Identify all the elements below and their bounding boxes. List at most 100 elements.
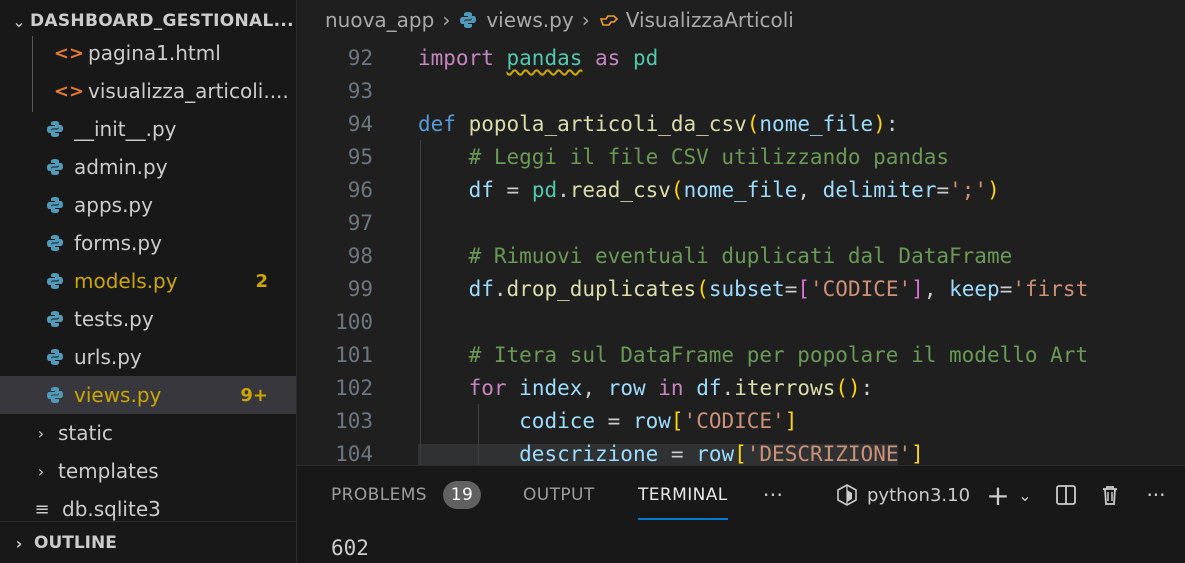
- breadcrumb: nuova_app › views.py › VisualizzaArticol…: [297, 0, 1185, 40]
- file-item-visualizza-articoli[interactable]: <> visualizza_articoli....: [0, 72, 296, 110]
- python-file-icon: [44, 308, 66, 330]
- folder-item-templates[interactable]: › templates: [0, 452, 296, 490]
- line-number: 94: [347, 112, 373, 136]
- file-label: visualizza_articoli....: [88, 79, 289, 103]
- database-file-icon: ≡: [34, 498, 50, 520]
- file-item-views[interactable]: views.py 9+: [0, 376, 296, 414]
- line-number: 98: [347, 244, 373, 268]
- line-number: 97: [347, 211, 373, 235]
- plus-icon: +: [986, 478, 1010, 512]
- tab-label: PROBLEMS: [331, 485, 427, 505]
- split-terminal-button[interactable]: [1053, 480, 1079, 510]
- code-line: codice = row['CODICE']: [519, 409, 798, 433]
- code-line: import pandas as pd: [418, 46, 659, 70]
- python-file-icon: [44, 270, 66, 292]
- code-line: # Leggi il file CSV utilizzando pandas: [418, 145, 950, 169]
- panel-more-actions-button[interactable]: ···: [1141, 480, 1171, 510]
- code-line: def popola_articoli_da_csv(nome_file):: [418, 112, 899, 136]
- terminal-shell-icon: [835, 483, 859, 507]
- folder-label: static: [58, 421, 113, 445]
- file-label: admin.py: [74, 155, 168, 179]
- line-number: 92: [347, 46, 373, 70]
- project-title: DASHBOARD_GESTIONAL...: [30, 11, 294, 31]
- terminal-profile-selector[interactable]: python3.10: [835, 482, 970, 508]
- code-line: # Itera sul DataFrame per popolare il mo…: [418, 343, 1089, 367]
- tab-terminal[interactable]: TERMINAL: [638, 466, 728, 524]
- ellipsis-icon: ···: [1146, 483, 1166, 507]
- more-tabs-button[interactable]: ···: [763, 466, 783, 524]
- explorer-sidebar: ⌄ DASHBOARD_GESTIONAL... <> pagina1.html…: [0, 0, 297, 563]
- file-label: urls.py: [74, 345, 142, 369]
- terminal-dropdown-button[interactable]: ⌄: [1015, 480, 1035, 510]
- file-item-tests[interactable]: tests.py: [0, 300, 296, 338]
- chevron-right-icon: ›: [37, 461, 45, 481]
- file-item-apps[interactable]: apps.py: [0, 186, 296, 224]
- kill-terminal-button[interactable]: [1097, 480, 1123, 510]
- file-label: pagina1.html: [88, 41, 221, 65]
- chevron-right-icon: ›: [581, 8, 590, 32]
- breadcrumb-folder[interactable]: nuova_app: [325, 8, 434, 32]
- python-file-icon: [44, 156, 66, 178]
- python-file-icon: [458, 10, 478, 30]
- line-number: 101: [335, 343, 373, 367]
- file-label: db.sqlite3: [62, 497, 161, 521]
- line-number: 100: [335, 310, 373, 334]
- file-item-admin[interactable]: admin.py: [0, 148, 296, 186]
- html-file-icon: <>: [53, 80, 85, 102]
- line-number: 95: [347, 145, 373, 169]
- chevron-down-icon: ⌄: [12, 11, 26, 31]
- bottom-panel: PROBLEMS 19 OUTPUT TERMINAL ··· python3.…: [297, 465, 1185, 563]
- tab-problems[interactable]: PROBLEMS 19: [331, 466, 481, 524]
- file-label: forms.py: [74, 231, 162, 255]
- line-number: 96: [347, 178, 373, 202]
- outline-label: OUTLINE: [34, 533, 117, 553]
- html-file-icon: <>: [53, 42, 85, 64]
- file-item-pagina1[interactable]: <> pagina1.html: [0, 34, 296, 72]
- tab-label: OUTPUT: [523, 485, 595, 505]
- tab-output[interactable]: OUTPUT: [523, 466, 595, 524]
- line-number: 103: [335, 409, 373, 433]
- file-item-urls[interactable]: urls.py: [0, 338, 296, 376]
- new-terminal-button[interactable]: +: [985, 478, 1011, 512]
- chevron-right-icon: ›: [442, 8, 451, 32]
- line-number: 93: [347, 79, 373, 103]
- folder-label: templates: [58, 459, 159, 483]
- split-icon: [1055, 484, 1077, 506]
- problem-count-badge: 9+: [240, 384, 268, 406]
- folder-item-static[interactable]: › static: [0, 414, 296, 452]
- symbol-class-icon: [598, 10, 620, 30]
- line-number: 104: [335, 442, 373, 465]
- line-number: 99: [347, 277, 373, 301]
- file-label: models.py: [74, 269, 178, 293]
- terminal-output[interactable]: 602: [331, 536, 369, 560]
- python-file-icon: [44, 346, 66, 368]
- terminal-profile-label: python3.10: [867, 484, 971, 506]
- chevron-down-icon: ⌄: [1018, 485, 1032, 505]
- chevron-right-icon: ›: [15, 533, 23, 553]
- code-line: descrizione = row['DESCRIZIONE']: [519, 442, 924, 465]
- file-item-init[interactable]: __init__.py: [0, 110, 296, 148]
- python-file-icon: [44, 194, 66, 216]
- chevron-right-icon: ›: [37, 423, 45, 443]
- code-line: # Rimuovi eventuali duplicati dal DataFr…: [418, 244, 1013, 268]
- code-line: for index, row in df.iterrows():: [468, 376, 874, 400]
- more-icon: ···: [763, 483, 784, 507]
- python-file-icon: [44, 384, 66, 406]
- file-item-forms[interactable]: forms.py: [0, 224, 296, 262]
- tab-label: TERMINAL: [638, 485, 728, 505]
- file-label: tests.py: [74, 307, 154, 331]
- breadcrumb-file[interactable]: views.py: [486, 8, 573, 32]
- code-line: df = pd.read_csv(nome_file, delimiter=';…: [468, 178, 1000, 202]
- outline-section-header[interactable]: › OUTLINE: [0, 521, 296, 563]
- file-label: views.py: [74, 383, 162, 407]
- problem-count-badge: 2: [255, 270, 268, 292]
- breadcrumb-symbol[interactable]: VisualizzaArticoli: [626, 8, 794, 32]
- python-file-icon: [44, 232, 66, 254]
- file-label: __init__.py: [74, 117, 177, 141]
- file-item-models[interactable]: models.py 2: [0, 262, 296, 300]
- code-editor[interactable]: 92 93 94 95 96 97 98 99 100 101 102 103 …: [297, 40, 1185, 465]
- line-number: 102: [335, 376, 373, 400]
- problems-count-badge: 19: [442, 481, 481, 509]
- trash-icon: [1099, 484, 1121, 506]
- python-file-icon: [44, 118, 66, 140]
